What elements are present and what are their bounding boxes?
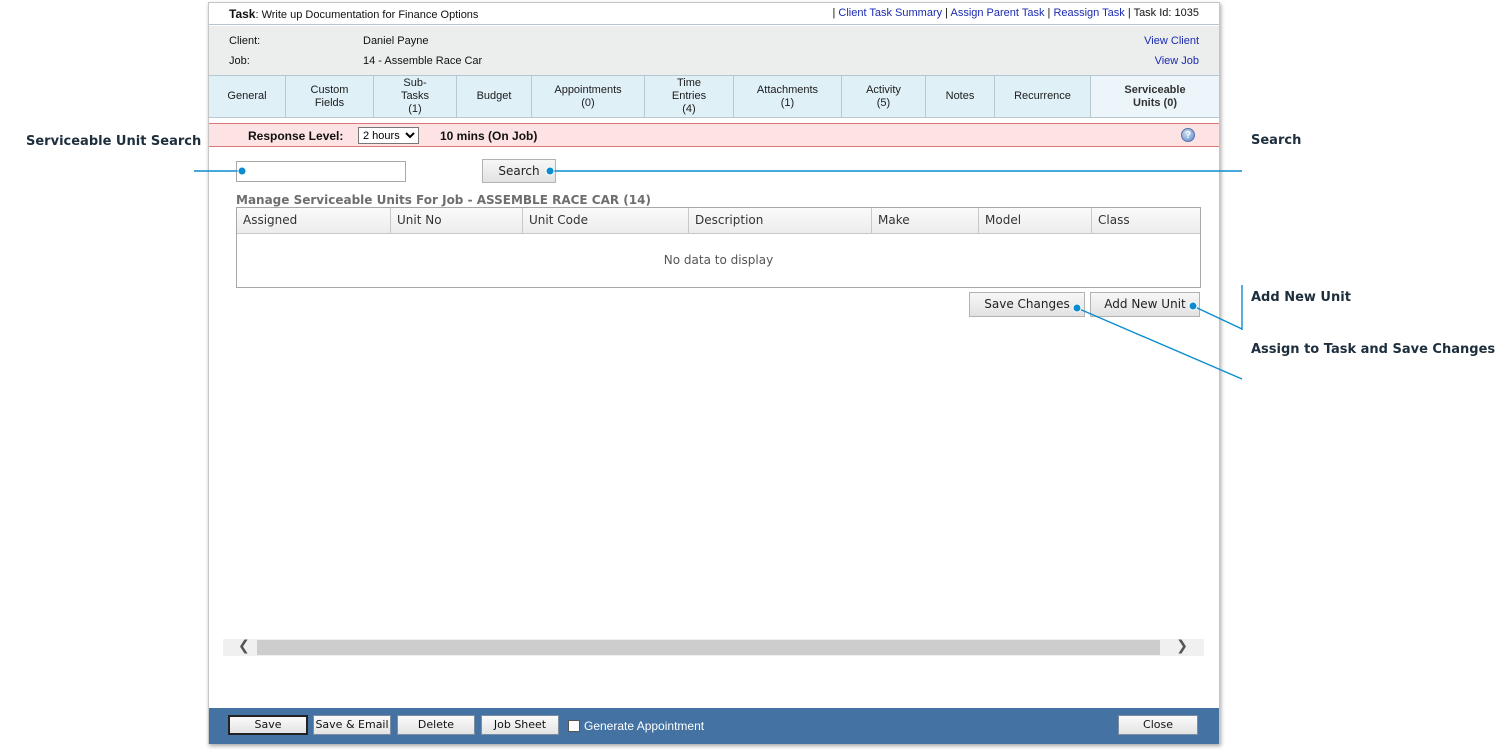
response-level-select[interactable]: 2 hours — [358, 127, 419, 144]
tab-custom-fields[interactable]: Custom Fields — [286, 76, 374, 117]
client-job-info: Client: Daniel Payne View Client Job: 14… — [209, 26, 1219, 75]
tab-budget[interactable]: Budget — [457, 76, 532, 117]
close-button[interactable]: Close — [1118, 715, 1198, 735]
assign-parent-task-link[interactable]: Assign Parent Task — [950, 7, 1044, 19]
callout-add-new-unit: Add New Unit — [1251, 290, 1351, 305]
footer-bar: Save Save & Email Delete Job Sheet Gener… — [209, 708, 1219, 744]
tab-appointments[interactable]: Appointments (0) — [532, 76, 645, 117]
response-level-label: Response Level: — [248, 129, 344, 143]
client-value: Daniel Payne — [363, 35, 429, 47]
reassign-task-link[interactable]: Reassign Task — [1053, 7, 1124, 19]
tab-bar: General Custom Fields Sub- Tasks (1) Bud… — [209, 75, 1219, 118]
no-data-message: No data to display — [663, 253, 774, 267]
grid-title: Manage Serviceable Units For Job - ASSEM… — [236, 193, 651, 207]
tab-serviceable-units[interactable]: Serviceable Units (0) — [1091, 76, 1219, 117]
callout-serviceable-unit-search: Serviceable Unit Search — [26, 134, 202, 149]
column-make[interactable]: Make — [872, 208, 979, 233]
save-changes-button[interactable]: Save Changes — [969, 292, 1085, 317]
tab-general[interactable]: General — [209, 76, 286, 117]
column-assigned[interactable]: Assigned — [237, 208, 391, 233]
save-email-button[interactable]: Save & Email — [313, 715, 391, 735]
tab-activity[interactable]: Activity (5) — [842, 76, 926, 117]
client-label: Client: — [229, 35, 261, 47]
help-icon[interactable]: ? — [1181, 128, 1195, 142]
tab-attachments[interactable]: Attachments (1) — [734, 76, 842, 117]
callout-assign-save: Assign to Task and Save Changes — [1251, 342, 1496, 357]
column-unit-code[interactable]: Unit Code — [523, 208, 689, 233]
title-bar: Task: Write up Documentation for Finance… — [209, 3, 1219, 25]
job-value: 14 - Assemble Race Car — [363, 55, 483, 67]
serviceable-units-grid: Assigned Unit No Unit Code Description M… — [236, 207, 1201, 288]
tab-sub-tasks[interactable]: Sub- Tasks (1) — [374, 76, 457, 117]
scroll-right-icon[interactable]: ❯ — [1176, 638, 1188, 654]
column-class[interactable]: Class — [1092, 208, 1200, 233]
column-description[interactable]: Description — [689, 208, 872, 233]
on-job-time: 10 mins (On Job) — [440, 129, 538, 143]
job-sheet-button[interactable]: Job Sheet — [481, 715, 559, 735]
header-links: | Client Task Summary | Assign Parent Ta… — [832, 7, 1199, 19]
view-client-link[interactable]: View Client — [1144, 35, 1199, 47]
tab-notes[interactable]: Notes — [926, 76, 995, 117]
callout-search: Search — [1251, 133, 1302, 148]
job-label: Job: — [229, 55, 250, 67]
generate-appointment-checkbox[interactable] — [568, 720, 580, 732]
generate-appointment-label: Generate Appointment — [584, 719, 705, 733]
task-window: Task: Write up Documentation for Finance… — [208, 2, 1220, 744]
scroll-left-icon[interactable]: ❮ — [238, 638, 250, 654]
generate-appointment[interactable]: Generate Appointment — [568, 719, 704, 733]
horizontal-scrollbar[interactable]: ❮ ❯ — [223, 638, 1204, 656]
delete-button[interactable]: Delete — [397, 715, 475, 735]
tab-recurrence[interactable]: Recurrence — [995, 76, 1091, 117]
search-button[interactable]: Search — [482, 159, 556, 183]
client-task-summary-link[interactable]: Client Task Summary — [838, 7, 942, 19]
save-button[interactable]: Save — [228, 715, 308, 735]
response-level-bar: Response Level: 2 hours 10 mins (On Job)… — [209, 123, 1219, 147]
tab-time-entries[interactable]: Time Entries (4) — [645, 76, 734, 117]
task-title: Task: Write up Documentation for Finance… — [229, 7, 479, 21]
scroll-thumb[interactable] — [257, 640, 1160, 655]
grid-header: Assigned Unit No Unit Code Description M… — [237, 208, 1200, 234]
column-model[interactable]: Model — [979, 208, 1092, 233]
task-id: Task Id: 1035 — [1133, 7, 1199, 19]
add-new-unit-button[interactable]: Add New Unit — [1090, 292, 1200, 317]
serviceable-unit-search-input[interactable] — [236, 161, 406, 182]
column-unit-no[interactable]: Unit No — [391, 208, 523, 233]
view-job-link[interactable]: View Job — [1155, 55, 1199, 67]
